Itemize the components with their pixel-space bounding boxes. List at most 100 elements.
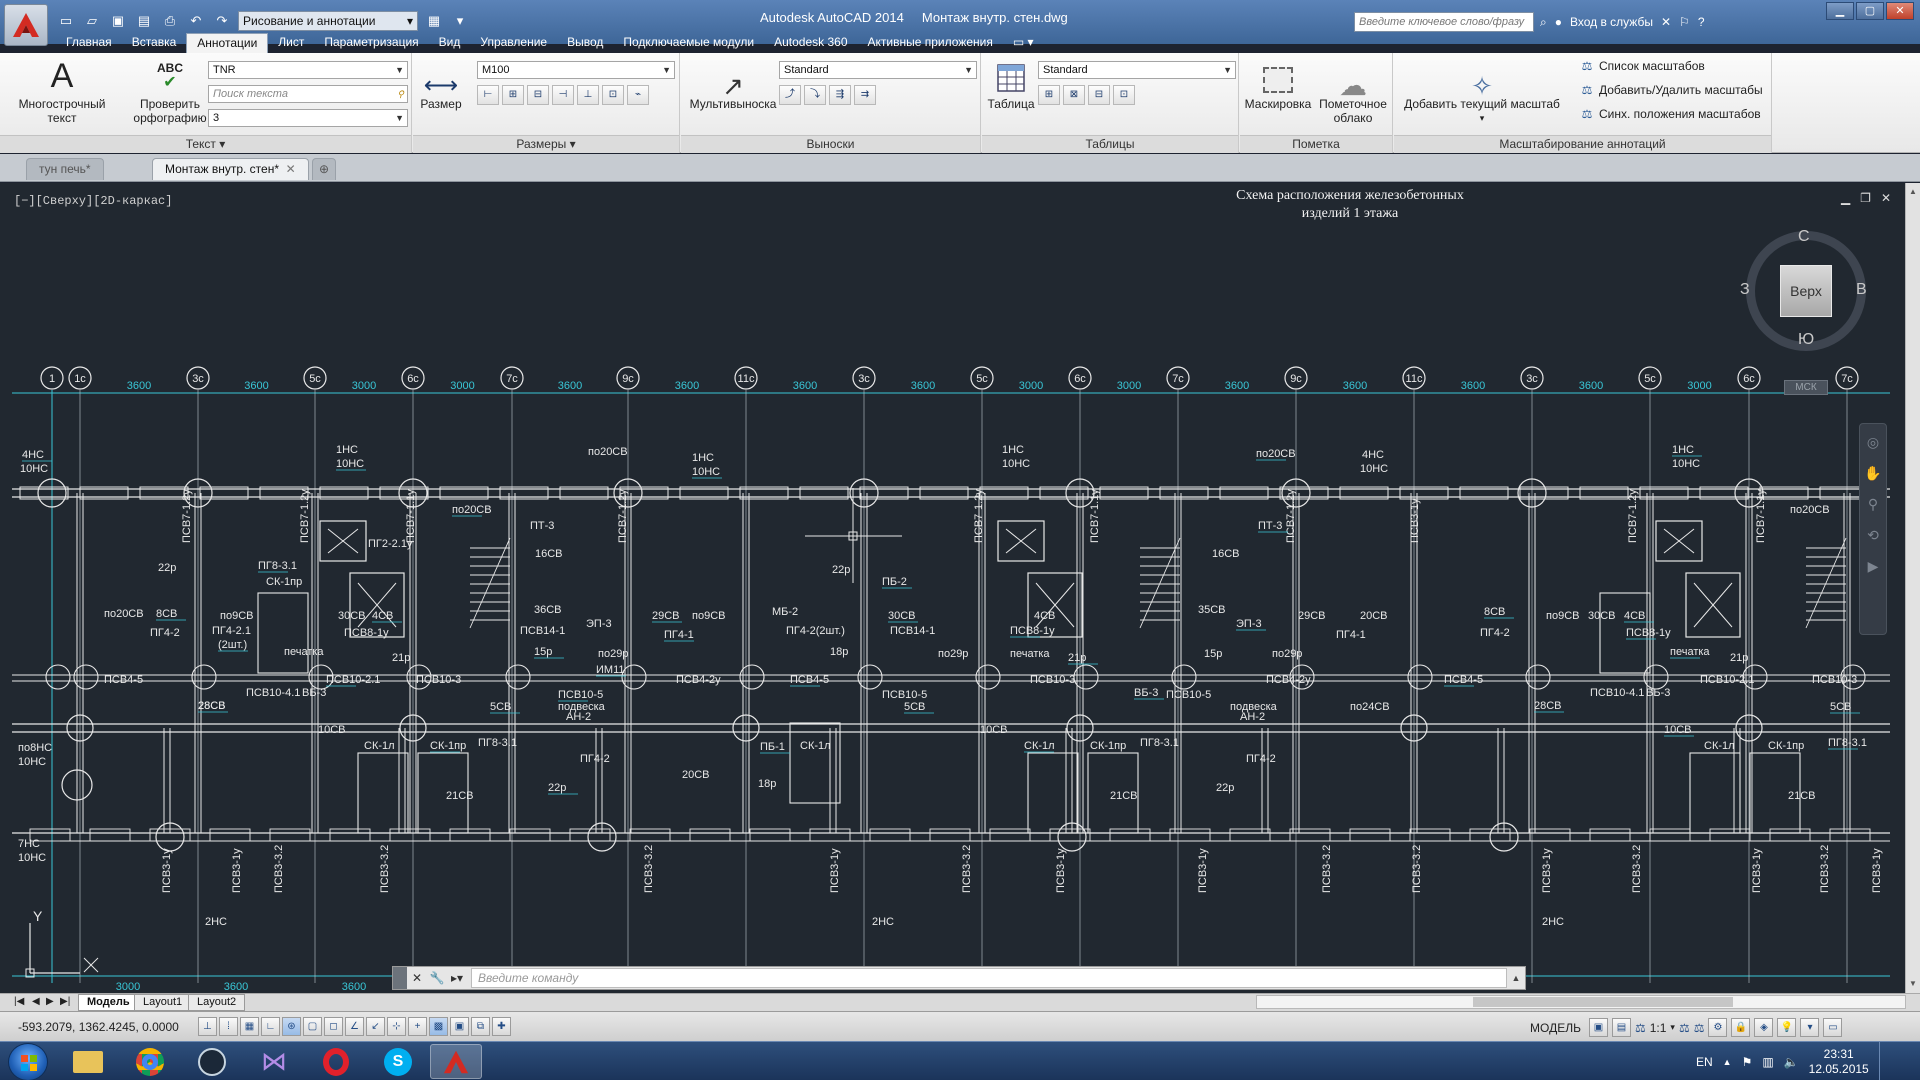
auto-add-scales-icon[interactable]: ⚖ bbox=[1694, 1021, 1705, 1035]
show-desktop-button[interactable] bbox=[1878, 1042, 1889, 1080]
dim-style-select[interactable]: M100 ▼ bbox=[477, 61, 675, 79]
chevron-up-icon[interactable]: ▲ bbox=[1507, 973, 1525, 983]
show-hidden-icons-icon[interactable]: ▲ bbox=[1723, 1057, 1732, 1067]
cursor-coordinates[interactable]: -593.2079, 1362.4245, 0.0000 bbox=[18, 1020, 179, 1034]
revcloud-button[interactable]: ☁ Пометочное облако bbox=[1314, 59, 1392, 126]
3d-osnap-icon[interactable]: ◻ bbox=[324, 1017, 343, 1036]
tab-home[interactable]: Главная bbox=[56, 33, 122, 53]
find-icon[interactable]: ⚲ bbox=[397, 86, 404, 102]
wcs-menu[interactable]: МСК bbox=[1784, 380, 1828, 395]
add-leader-icon[interactable]: ⤴ bbox=[779, 85, 801, 105]
object-snap-icon[interactable]: ▢ bbox=[303, 1017, 322, 1036]
showmotion-icon[interactable]: ▶ bbox=[1860, 558, 1886, 575]
mtext-button[interactable]: A Многострочный текст bbox=[14, 59, 110, 125]
scroll-up-icon[interactable]: ▲ bbox=[1908, 187, 1918, 197]
ortho-mode-icon[interactable]: ∟ bbox=[261, 1017, 280, 1036]
previous-tab-icon[interactable]: ◀ bbox=[32, 996, 40, 1007]
doc-tab-active[interactable]: Монтаж внутр. стен* ✕ bbox=[152, 158, 309, 180]
zoom-icon[interactable]: ⚲ bbox=[1860, 496, 1886, 513]
grid-display-icon[interactable]: ▦ bbox=[240, 1017, 259, 1036]
leaders-panel-title[interactable]: Выноски bbox=[681, 135, 980, 153]
upload-source-icon[interactable]: ⊡ bbox=[1113, 85, 1135, 105]
maximize-button[interactable]: ▢ bbox=[1856, 2, 1884, 20]
infer-constraints-icon[interactable]: ⊥ bbox=[198, 1017, 217, 1036]
table-style-select[interactable]: Standard ▼ bbox=[1038, 61, 1236, 79]
first-tab-icon[interactable]: |◀ bbox=[14, 996, 24, 1007]
volume-icon[interactable]: 🔈 bbox=[1784, 1055, 1799, 1069]
skype-taskbar-icon[interactable]: S bbox=[372, 1044, 424, 1079]
recent-commands-icon[interactable]: ▸▾ bbox=[447, 971, 467, 985]
snap-mode-icon[interactable]: ⁞ bbox=[219, 1017, 238, 1036]
opera-taskbar-icon[interactable] bbox=[310, 1044, 362, 1079]
wipeout-button[interactable]: Маскировка bbox=[1242, 59, 1314, 111]
polar-tracking-icon[interactable]: ⊛ bbox=[282, 1017, 301, 1036]
sync-scale-positions-button[interactable]: ⚖ Синх. положения масштабов bbox=[1580, 107, 1761, 121]
download-source-icon[interactable]: ⊟ bbox=[1088, 85, 1110, 105]
clean-screen-icon[interactable]: ▭ bbox=[1823, 1018, 1843, 1037]
workspace-select[interactable]: Рисование и аннотации ▾ bbox=[238, 11, 418, 31]
minimize-button[interactable]: ▁ bbox=[1826, 2, 1854, 20]
text-panel-title[interactable]: Текст ▾ bbox=[0, 135, 411, 153]
annotation-visibility-icon[interactable]: ⚖ bbox=[1679, 1021, 1690, 1035]
collect-leaders-icon[interactable]: ⇉ bbox=[854, 85, 876, 105]
chevron-down-icon[interactable]: ▾ bbox=[1670, 1022, 1675, 1033]
workspace-switching-icon[interactable]: ⚙ bbox=[1708, 1018, 1728, 1037]
visual-studio-taskbar-icon[interactable]: ⋈ bbox=[248, 1044, 300, 1079]
mleader-style-select[interactable]: Standard ▼ bbox=[779, 61, 977, 79]
open-file-icon[interactable]: ▱ bbox=[82, 12, 102, 30]
isolate-objects-icon[interactable]: 💡 bbox=[1777, 1018, 1797, 1037]
start-button[interactable] bbox=[8, 1043, 48, 1080]
remove-leader-icon[interactable]: ⤵ bbox=[804, 85, 826, 105]
markup-panel-title[interactable]: Пометка bbox=[1240, 135, 1392, 153]
wrench-icon[interactable]: 🔧 bbox=[427, 971, 447, 985]
network-icon[interactable]: ▥ bbox=[1762, 1055, 1773, 1069]
horizontal-scrollbar[interactable] bbox=[1256, 995, 1906, 1009]
close-icon[interactable]: ✕ bbox=[286, 162, 296, 176]
navigation-bar[interactable]: ◎ ✋ ⚲ ⟲ ▶ bbox=[1859, 423, 1887, 635]
tab-model[interactable]: Модель bbox=[78, 994, 139, 1011]
status-bar-menu-icon[interactable]: ▾ bbox=[1800, 1018, 1820, 1037]
compass-west[interactable]: З bbox=[1740, 281, 1750, 299]
autocad-taskbar-icon[interactable] bbox=[430, 1044, 482, 1079]
new-file-icon[interactable]: ▭ bbox=[56, 12, 76, 30]
save-as-icon[interactable]: ▤ bbox=[134, 12, 154, 30]
annotation-scale-icon[interactable]: ⚖ bbox=[1635, 1021, 1646, 1035]
new-tab-button[interactable]: ⊕ bbox=[312, 158, 337, 180]
multileader-button[interactable]: ↗ Мультивыноска bbox=[685, 59, 781, 111]
dimension-button[interactable]: ⟷ Размер bbox=[419, 59, 463, 112]
dimensions-panel-title[interactable]: Размеры ▾ bbox=[413, 135, 679, 153]
tab-insert[interactable]: Вставка bbox=[122, 33, 187, 53]
lineweight-icon[interactable]: + bbox=[408, 1017, 427, 1036]
quick-properties-icon[interactable]: ▣ bbox=[450, 1017, 469, 1036]
horizontal-scroll-thumb[interactable] bbox=[1473, 997, 1733, 1007]
print-icon[interactable]: ⎙ bbox=[160, 12, 180, 30]
close-icon[interactable]: ✕ bbox=[407, 971, 427, 985]
osnap-tracking-icon[interactable]: ∠ bbox=[345, 1017, 364, 1036]
tab-layout1[interactable]: Layout1 bbox=[134, 994, 192, 1011]
spell-check-button[interactable]: ABC ✔ Проверить орфографию bbox=[130, 59, 210, 125]
steam-taskbar-icon[interactable] bbox=[186, 1044, 238, 1079]
compass-north[interactable]: С bbox=[1798, 228, 1810, 246]
help-search-input[interactable]: Введите ключевое слово/фразу bbox=[1354, 12, 1534, 32]
close-button[interactable]: ✕ bbox=[1886, 2, 1914, 20]
dimension-break-icon[interactable]: ⊥ bbox=[577, 85, 599, 105]
clock[interactable]: 23:31 12.05.2015 bbox=[1809, 1047, 1869, 1077]
binoculars-icon[interactable]: ⌕ bbox=[1540, 15, 1547, 30]
compass-east[interactable]: В bbox=[1856, 281, 1867, 299]
orbit-icon[interactable]: ⟲ bbox=[1860, 527, 1886, 544]
viewport-restore-icon[interactable]: ❐ bbox=[1860, 191, 1871, 205]
viewcube[interactable]: Верх С Ю В З bbox=[1740, 228, 1867, 351]
text-height-select[interactable]: 3 ▼ bbox=[208, 109, 408, 127]
help-icon[interactable]: ? bbox=[1698, 15, 1705, 29]
viewport-minimize-icon[interactable]: ▁ bbox=[1841, 191, 1850, 205]
add-current-scale-button[interactable]: ✧ Добавить текущий масштаб ▾ bbox=[1402, 59, 1562, 125]
exchange-icon[interactable]: ✕ bbox=[1661, 15, 1671, 29]
tab-autodesk-360[interactable]: Autodesk 360 bbox=[764, 33, 857, 53]
doc-tab-stove[interactable]: тун печь* bbox=[26, 158, 104, 180]
dynamic-input-icon[interactable]: ⊹ bbox=[387, 1017, 406, 1036]
dimension-space-icon[interactable]: ⊣ bbox=[552, 85, 574, 105]
quick-dimension-icon[interactable]: ⊢ bbox=[477, 85, 499, 105]
quick-view-layouts-icon[interactable]: ▣ bbox=[1588, 1018, 1608, 1037]
viewport-close-icon[interactable]: ✕ bbox=[1881, 191, 1891, 205]
save-icon[interactable]: ▣ bbox=[108, 12, 128, 30]
